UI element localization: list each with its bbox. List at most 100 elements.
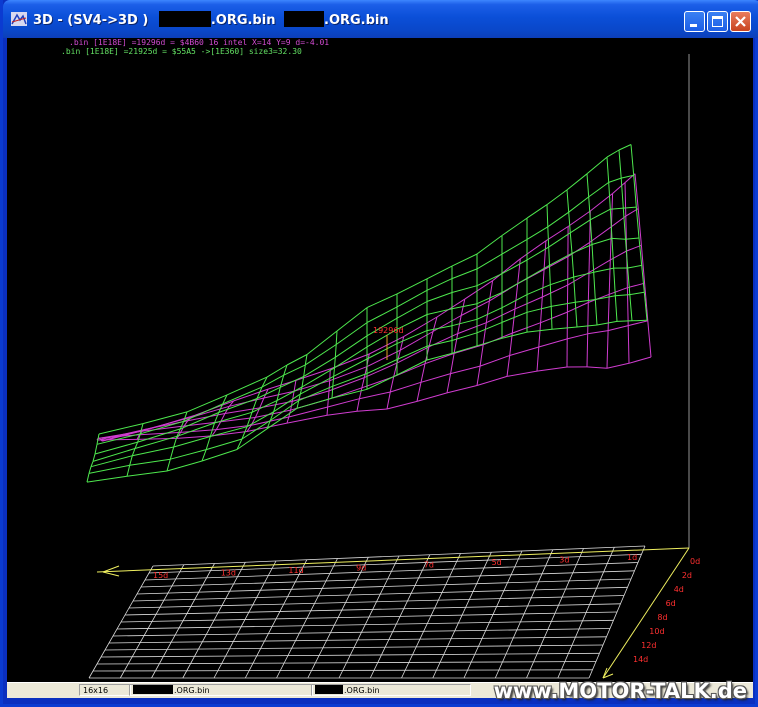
mesh-line-map1 <box>606 149 620 158</box>
mesh-line-map1 <box>92 453 96 462</box>
mesh-line-map2 <box>464 280 493 300</box>
mesh-line-map1 <box>586 156 608 175</box>
title-prefix: 3D - (SV4->3D ) <box>33 13 149 28</box>
base-grid <box>88 545 646 679</box>
mesh-line-map2 <box>327 390 330 400</box>
mesh-line-map2 <box>259 397 265 409</box>
mesh-line-map2 <box>446 373 452 393</box>
mesh-line-map1 <box>426 325 453 332</box>
mesh-line-map1 <box>126 465 131 477</box>
mesh-line-map1 <box>331 388 368 399</box>
mesh-line-map1 <box>366 343 398 360</box>
maximize-button[interactable] <box>707 11 728 32</box>
maximize-icon <box>712 16 723 27</box>
title-bar[interactable]: 3D - (SV4->3D ) .ORG.bin .ORG.bin <box>3 0 758 38</box>
mesh-line-map1 <box>551 326 578 330</box>
mesh-line-map2 <box>359 391 391 400</box>
minimize-button[interactable] <box>684 11 705 32</box>
mesh-line-map1 <box>366 359 398 374</box>
mesh-line-map2 <box>567 333 588 340</box>
mesh-line-map2 <box>606 362 630 369</box>
mesh-line-map1 <box>618 144 632 151</box>
mesh-line-map2 <box>390 381 422 393</box>
mesh-line-map1 <box>566 173 588 191</box>
y-tick-label: 10d <box>649 627 664 636</box>
mesh-line-map1 <box>501 259 528 275</box>
mesh-line-map1 <box>631 319 648 322</box>
3d-view[interactable]: .bin [1E18E] =19296d = $4B60 16 intel X=… <box>7 38 753 682</box>
title-file-2: .ORG.bin <box>324 13 389 28</box>
mesh-map1 <box>86 144 648 483</box>
mesh-line-map1 <box>396 345 428 360</box>
mesh-line-map1 <box>596 320 618 326</box>
mesh-line-map1 <box>366 293 398 309</box>
x-tick-label: 9d <box>356 563 366 572</box>
window-title: 3D - (SV4->3D ) .ORG.bin .ORG.bin <box>33 11 389 28</box>
mesh-line-map1 <box>629 291 645 296</box>
mesh-line-map2 <box>291 391 295 402</box>
mesh-line-map2 <box>567 210 591 227</box>
mesh-line-map2 <box>386 400 418 410</box>
status-file-2-label: .ORG.bin <box>344 686 380 695</box>
mesh-line-map2 <box>328 380 331 391</box>
mesh-line-map1 <box>306 330 338 355</box>
mesh-line-map1 <box>573 271 594 278</box>
mesh-line-map1 <box>280 375 304 388</box>
mesh-line-map1 <box>426 308 453 315</box>
mesh-line-map2 <box>567 302 589 313</box>
mesh-line-map1 <box>568 196 590 213</box>
mesh-line-map2 <box>246 422 288 432</box>
mesh-line-map1 <box>588 196 591 220</box>
mesh-line-map2 <box>540 311 568 324</box>
mesh-line-map1 <box>549 284 552 307</box>
mesh-line-map2 <box>538 322 542 348</box>
mesh-line-map2 <box>545 226 569 242</box>
mesh-line-map2 <box>506 370 538 377</box>
mesh-line-map2 <box>647 320 652 358</box>
mesh-line-map1 <box>86 473 90 483</box>
mesh-line-map1 <box>214 411 253 424</box>
mesh-line-map2 <box>450 353 455 374</box>
mesh-line-map1 <box>335 322 368 345</box>
mesh-line-map2 <box>626 287 629 326</box>
mesh-line-map2 <box>327 398 360 408</box>
mesh-line-map1 <box>593 267 614 273</box>
mesh-line-map2 <box>361 377 365 388</box>
mesh-line-map1 <box>620 178 624 209</box>
mesh-line-map1 <box>571 253 575 278</box>
mesh-line-map1 <box>616 320 633 322</box>
mesh-line-map1 <box>606 157 610 183</box>
x-tick-label: 3d <box>559 556 569 565</box>
mesh-line-map2 <box>612 182 626 194</box>
mesh-line-map1 <box>629 294 633 321</box>
mesh-line-map1 <box>134 435 178 449</box>
axis-labels: 15d 13d 11d 9d 7d 5d 3d 1d 0d 2d 4d 6d 8d 10d 12d 14d 19… <box>153 326 700 664</box>
mesh-line-map1 <box>334 344 337 358</box>
mesh-line-map1 <box>396 359 428 376</box>
mesh-line-map1 <box>501 277 528 293</box>
mesh-line-map2 <box>627 325 630 364</box>
mesh-line-map1 <box>331 386 334 399</box>
grid-line <box>108 636 607 644</box>
mesh-line-map1 <box>335 335 368 358</box>
3d-plot[interactable]: 15d 13d 11d 9d 7d 5d 3d 1d 0d 2d 4d 6d 8d 10d 12d 14d 19… <box>7 38 753 682</box>
mesh-line-map2 <box>506 355 511 377</box>
mesh-line-map1 <box>501 217 528 236</box>
mesh-line-map2 <box>610 193 614 227</box>
close-button[interactable] <box>730 11 751 32</box>
mesh-line-map1 <box>336 307 368 332</box>
mesh-line-map1 <box>305 344 337 366</box>
mesh-line-map2 <box>450 365 481 375</box>
mesh-line-map2 <box>587 330 609 335</box>
watermark: www.MOTOR-TALK.de <box>493 679 747 703</box>
mesh-line-map1 <box>591 244 595 273</box>
mesh-line-map2 <box>293 380 297 392</box>
axes <box>96 54 690 679</box>
mesh-line-map1 <box>166 459 171 472</box>
mesh-line-map2 <box>424 352 455 365</box>
mesh-line-map1 <box>132 446 174 457</box>
mesh-line-map2 <box>609 287 628 295</box>
mesh-line-map1 <box>476 307 503 320</box>
mesh-line-map1 <box>586 173 590 197</box>
mesh-line-map2 <box>446 385 478 394</box>
